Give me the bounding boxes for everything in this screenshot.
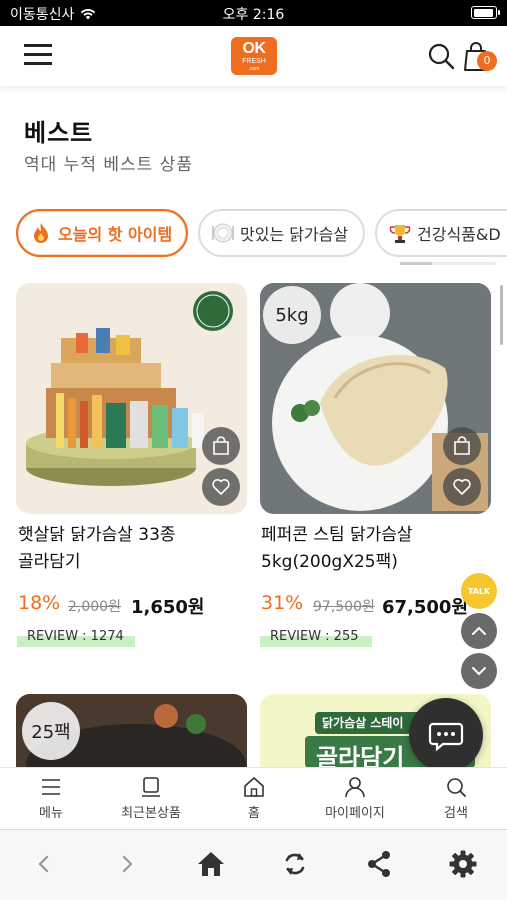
search-icon (447, 778, 466, 797)
chip-label: 건강식품&D (417, 225, 501, 244)
product-name-line: 햇살닭 닭가슴살 33종 (18, 525, 176, 545)
tab-label: 마이페이지 (325, 806, 385, 821)
share-button[interactable] (361, 846, 397, 882)
reload-button[interactable] (277, 846, 313, 882)
chip-label: 맛있는 닭가슴살 (240, 225, 349, 244)
tab-label: 메뉴 (39, 806, 63, 821)
cart-count-badge: 0 (477, 51, 497, 71)
chip-chicken-breast[interactable]: 맛있는 닭가슴살 (198, 209, 365, 257)
status-bar: 이동통신사 오후 2:16 (0, 0, 507, 26)
fire-icon (34, 223, 48, 243)
back-button[interactable] (26, 846, 62, 882)
product-image[interactable] (16, 283, 247, 514)
forward-button[interactable] (109, 846, 145, 882)
quantity-badge: 5kg (263, 286, 321, 344)
tab-menu[interactable]: 메뉴 (1, 776, 101, 821)
menu-icon (42, 779, 60, 795)
chip-label: 오늘의 핫 아이템 (58, 225, 173, 244)
heart-icon (212, 479, 230, 495)
product-name[interactable]: 햇살닭 닭가슴살 33종 골라담기 (18, 522, 176, 576)
talk-label: TALK (467, 586, 491, 596)
add-to-cart-button[interactable] (443, 427, 481, 465)
tab-home[interactable]: 홈 (204, 776, 304, 821)
review-count: REVIEW : 1274 (17, 627, 135, 647)
battery-icon (471, 6, 500, 19)
settings-button[interactable] (445, 846, 481, 882)
product-image[interactable]: 5kg (260, 283, 491, 514)
tab-label: 검색 (444, 806, 468, 821)
gear-icon (449, 850, 477, 878)
person-icon (345, 777, 365, 798)
app-header: OK FRESH .com (0, 26, 507, 86)
recent-icon (142, 777, 160, 797)
kakao-talk-button[interactable]: TALK (461, 573, 497, 609)
wishlist-button[interactable] (202, 468, 240, 506)
category-chips: 오늘의 핫 아이템 맛있는 닭가슴살 건강식품&D (16, 209, 507, 257)
page-title: 베스트 (24, 119, 94, 147)
logo-text-ok: OK (242, 40, 267, 57)
product-name-line: 골라담기 (18, 552, 81, 572)
quantity-badge: 25팩 (22, 702, 80, 760)
wishlist-button[interactable] (443, 468, 481, 506)
product-name[interactable]: 페퍼콘 스팀 닭가슴살 5kg(200gX25팩) (261, 522, 413, 576)
chevron-down-icon (472, 667, 486, 676)
trophy-icon (389, 225, 411, 243)
tab-recent[interactable]: 최근본상품 (101, 776, 201, 821)
bottom-tab-bar: 메뉴 최근본상품 홈 마이페이지 검색 (0, 767, 507, 829)
scroll-top-button[interactable] (461, 613, 497, 649)
add-to-cart-button[interactable] (202, 427, 240, 465)
scroll-bottom-button[interactable] (461, 653, 497, 689)
status-time: 오후 2:16 (222, 7, 285, 23)
okfresh-logo[interactable]: OK FRESH .com (231, 37, 277, 75)
home-icon (244, 777, 264, 797)
banner-subtitle: 닭가슴살 스테이 (322, 716, 404, 730)
plate-icon (212, 223, 234, 243)
tab-search[interactable]: 검색 (406, 776, 506, 821)
product-image[interactable]: 25팩 (16, 694, 247, 774)
tab-label: 최근본상품 (121, 806, 181, 821)
search-icon[interactable] (427, 42, 455, 70)
page-subtitle: 역대 누적 베스트 상품 (24, 155, 193, 175)
chevron-right-icon (122, 855, 133, 873)
logo-text-com: .com (248, 66, 260, 72)
page: 이동통신사 오후 2:16 OK FRESH .com 0 베스트 역대 누적 … (0, 0, 507, 900)
heart-icon (453, 479, 471, 495)
chat-bubble-icon (428, 722, 464, 752)
discount-rate: 18% (18, 592, 61, 614)
hamburger-menu-icon[interactable] (24, 44, 52, 66)
logo-text-fresh: FRESH (242, 58, 266, 65)
chip-health-food[interactable]: 건강식품&D (375, 209, 507, 257)
refresh-icon (285, 853, 305, 875)
shopping-bag-icon (213, 436, 229, 455)
chat-button[interactable] (409, 698, 483, 772)
chevron-up-icon (472, 626, 486, 635)
product-name-line: 5kg(200gX25팩) (261, 552, 398, 572)
home-icon (198, 852, 224, 876)
page-scrollbar[interactable] (500, 285, 503, 345)
discount-rate: 31% (261, 592, 304, 614)
original-price: 97,500원 (313, 599, 375, 615)
product-name-line: 페퍼콘 스팀 닭가슴살 (261, 525, 413, 545)
sale-price: 67,500원 (382, 597, 469, 618)
shopping-bag-icon (454, 436, 470, 455)
original-price: 2,000원 (68, 599, 121, 615)
browser-toolbar (0, 829, 507, 900)
chips-scroll-indicator (400, 262, 496, 265)
chip-hot-items[interactable]: 오늘의 핫 아이템 (16, 209, 188, 257)
tab-mypage[interactable]: 마이페이지 (305, 776, 405, 821)
tab-label: 홈 (248, 806, 260, 821)
review-count: REVIEW : 255 (260, 627, 372, 647)
home-button[interactable] (193, 846, 229, 882)
chevron-left-icon (38, 855, 49, 873)
sale-price: 1,650원 (131, 597, 205, 618)
share-icon (368, 851, 390, 877)
